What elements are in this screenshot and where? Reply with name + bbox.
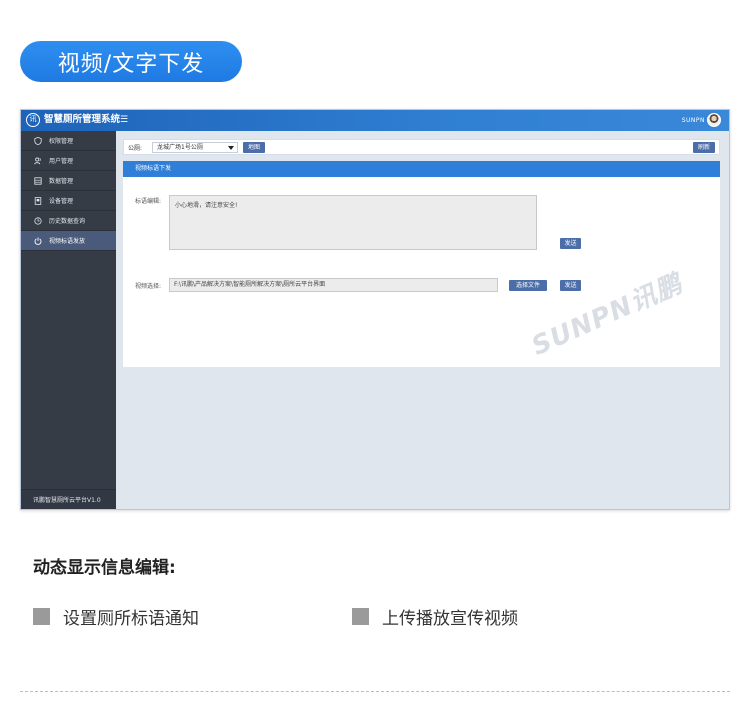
device-icon — [33, 196, 43, 206]
sidebar-footer: 讯鹏智慧厕所云平台V1.0 — [21, 489, 116, 509]
sidebar-item-label: 历史数据查询 — [49, 218, 86, 225]
description-title: 动态显示信息编辑: — [33, 558, 176, 578]
sidebar-item-label: 用户管理 — [49, 158, 74, 165]
sidebar-item-users[interactable]: 用户管理 — [21, 151, 116, 171]
map-button[interactable]: 地图 — [243, 142, 265, 153]
chevron-down-icon — [228, 146, 234, 150]
avatar[interactable] — [707, 113, 721, 127]
sidebar-item-label: 数据管理 — [49, 178, 74, 185]
filter-bar: 公厕: 龙城广场1号公厕 地图 刷新 — [123, 139, 720, 155]
send-slogan-button[interactable]: 发送 — [560, 238, 581, 249]
sidebar-item-history[interactable]: 历史数据查询 — [21, 211, 116, 231]
sidebar-item-label: 设备管理 — [49, 198, 74, 205]
feature-item: 设置厕所标语通知 — [33, 604, 199, 629]
square-bullet-icon — [33, 608, 50, 625]
history-icon — [33, 216, 43, 226]
refresh-button[interactable]: 刷新 — [693, 142, 715, 153]
users-icon — [33, 156, 43, 166]
logo-icon: 讯 — [26, 113, 40, 127]
feature-label: 上传播放宣传视频 — [382, 609, 518, 629]
section-title-pill: 视频/文字下发 — [20, 41, 242, 82]
sidebar-item-label: 权限管理 — [49, 138, 74, 145]
main-content: 公厕: 龙城广场1号公厕 地图 刷新 视频标语下发 标语编辑: 小心地滑，请注意… — [116, 131, 729, 509]
choose-file-button[interactable]: 选择文件 — [509, 280, 547, 291]
slogan-label: 标语编辑: — [135, 198, 162, 205]
divider — [20, 691, 730, 692]
sidebar: 权限管理 用户管理 数据管理 设备管理 历史数据查询 视频标语发放 讯鹏智慧厕所… — [21, 131, 116, 509]
user-name[interactable]: SUNPN — [682, 115, 705, 126]
video-slogan-panel: 视频标语下发 标语编辑: 小心地滑，请注意安全! 发送 视频选择: F:\讯鹏\… — [123, 161, 720, 367]
slogan-textarea[interactable]: 小心地滑，请注意安全! — [169, 195, 537, 250]
app-title: 智慧厕所管理系统 — [44, 114, 121, 125]
shield-icon — [33, 136, 43, 146]
video-label: 视频选择: — [135, 283, 162, 290]
top-bar: 讯 智慧厕所管理系统 ☰ SUNPN — [21, 110, 729, 131]
feature-item: 上传播放宣传视频 — [352, 604, 518, 629]
sidebar-item-devices[interactable]: 设备管理 — [21, 191, 116, 211]
toilet-filter-label: 公厕: — [128, 145, 143, 152]
video-path-input[interactable]: F:\讯鹏\产品解决方案\智能厕所解决方案\厕所云平台界面 — [169, 278, 498, 292]
sidebar-item-permissions[interactable]: 权限管理 — [21, 131, 116, 151]
sidebar-item-data[interactable]: 数据管理 — [21, 171, 116, 191]
power-icon — [33, 236, 43, 246]
menu-toggle-icon[interactable]: ☰ — [120, 114, 128, 126]
feature-label: 设置厕所标语通知 — [63, 609, 199, 629]
sidebar-item-label: 视频标语发放 — [49, 238, 86, 245]
toilet-select[interactable]: 龙城广场1号公厕 — [152, 142, 238, 153]
page: 视频/文字下发 讯 智慧厕所管理系统 ☰ SUNPN 权限管理 用户管理 数据管… — [0, 0, 750, 715]
send-video-button[interactable]: 发送 — [560, 280, 581, 291]
square-bullet-icon — [352, 608, 369, 625]
database-icon — [33, 176, 43, 186]
panel-title: 视频标语下发 — [123, 161, 720, 177]
toilet-select-value: 龙城广场1号公厕 — [157, 144, 203, 151]
sidebar-item-video-slogan[interactable]: 视频标语发放 — [21, 231, 116, 251]
